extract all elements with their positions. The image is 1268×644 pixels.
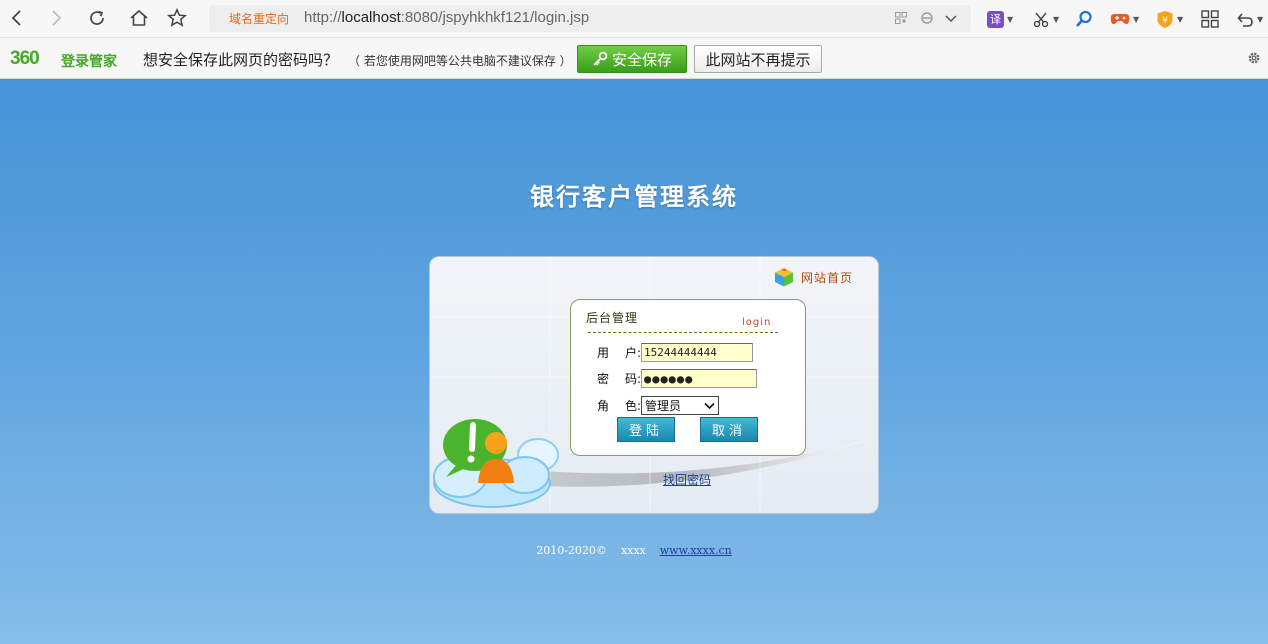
- never-remind-button[interactable]: 此网站不再提示: [694, 45, 822, 73]
- save-password-note: （ 若您使用网吧等公共电脑不建议保存 ）: [348, 54, 572, 68]
- username-label: 用户:: [597, 344, 641, 361]
- user-mascot-icon: [433, 419, 559, 508]
- caret-icon: ▼: [1177, 14, 1184, 24]
- caret-icon: ▼: [1053, 14, 1060, 24]
- chevron-down-icon[interactable]: [943, 10, 959, 26]
- url-text[interactable]: http://localhost:8080/jspyhkhkf121/login…: [304, 9, 589, 26]
- role-row: 角色: 管理员: [597, 396, 719, 415]
- redirect-tag[interactable]: 域名重定向: [229, 10, 289, 27]
- brand-logo: 360: [10, 48, 40, 69]
- footer-copyright: 2010-2020©: [536, 544, 607, 557]
- password-save-bar: 360 登录管家 想安全保存此网页的密码吗？ （ 若您使用网吧等公共电脑不建议保…: [0, 38, 1268, 79]
- key-icon: [593, 51, 608, 66]
- caret-icon: ▼: [1133, 14, 1140, 24]
- box-title: 后台管理: [586, 311, 639, 325]
- svg-text:¥: ¥: [1162, 16, 1168, 26]
- password-input[interactable]: ●●●●●●: [641, 369, 757, 388]
- url-path: :8080/jspyhkhkf121/login.jsp: [400, 9, 590, 26]
- home-button[interactable]: [127, 6, 151, 30]
- save-password-question: 想安全保存此网页的密码吗？: [143, 51, 339, 69]
- page-title: 银行客户管理系统: [530, 182, 738, 211]
- username-input[interactable]: 15244444444: [641, 343, 753, 362]
- password-label-char: 密: [597, 372, 610, 386]
- star-icon: [167, 8, 187, 27]
- password-label: 密码:: [597, 370, 641, 387]
- login-page: 银行客户管理系统 网站首页 后台管理 login 用 户: 1524444444…: [0, 79, 1268, 644]
- apps-grid-icon: [1201, 10, 1219, 28]
- role-select[interactable]: 管理员: [641, 396, 719, 415]
- password-row: 密码: ●●●●●●: [597, 369, 757, 388]
- reload-icon: [90, 10, 104, 25]
- caret-icon: ▼: [1257, 14, 1264, 24]
- role-label-char: 角: [597, 399, 610, 413]
- login-panel: 网站首页 后台管理 login 用户: 15244444444 密码: ●●●●…: [429, 256, 879, 514]
- apps-button[interactable]: [1201, 8, 1219, 30]
- login-form-box: 后台管理 login 用户: 15244444444 密码: ●●●●●● 角色…: [570, 299, 806, 456]
- site-home-label: 网站首页: [801, 270, 854, 285]
- recover-password-link[interactable]: 找回密码: [663, 471, 711, 488]
- forward-button[interactable]: [44, 6, 68, 30]
- cube-icon: [775, 268, 793, 287]
- never-remind-label: 此网站不再提示: [705, 50, 811, 69]
- gear-icon[interactable]: [1246, 50, 1262, 66]
- wallet-icon: ¥: [1157, 10, 1173, 28]
- reload-button[interactable]: [85, 6, 109, 30]
- login-button-label: 登陆: [628, 424, 663, 439]
- home-icon: [130, 9, 148, 26]
- brand-name: 登录管家: [61, 54, 117, 70]
- undo-button[interactable]: ▼: [1236, 8, 1263, 30]
- translate-icon: 译: [987, 10, 1004, 28]
- search-icon: [1076, 10, 1092, 27]
- chevron-down-icon: [704, 402, 715, 409]
- bookmark-button[interactable]: [165, 6, 189, 30]
- game-button[interactable]: ▼: [1110, 8, 1139, 30]
- back-arrow-icon: [11, 10, 21, 26]
- username-label-char: 用: [597, 346, 610, 360]
- translate-button[interactable]: 译 ▼: [987, 8, 1013, 30]
- search-tool-button[interactable]: [1075, 8, 1093, 30]
- browser-toolbar: 域名重定向 http://localhost:8080/jspyhkhkf121…: [0, 0, 1268, 38]
- back-button[interactable]: [5, 6, 29, 30]
- cancel-button-label: 取消: [711, 424, 746, 439]
- caret-icon: ▼: [1007, 14, 1014, 24]
- ie-mode-icon[interactable]: [919, 10, 935, 26]
- login-button[interactable]: 登陆: [617, 417, 675, 442]
- url-prefix: http://: [304, 9, 342, 26]
- scissors-icon: [1033, 12, 1049, 27]
- game-icon: [1110, 14, 1130, 25]
- forward-arrow-icon: [52, 10, 62, 26]
- role-selected-value: 管理员: [645, 399, 682, 413]
- wallet-button[interactable]: ¥ ▼: [1156, 8, 1183, 30]
- safe-save-button[interactable]: 安全保存: [577, 45, 687, 73]
- cancel-button[interactable]: 取消: [700, 417, 758, 442]
- address-bar[interactable]: 域名重定向 http://localhost:8080/jspyhkhkf121…: [209, 5, 971, 32]
- password-label-char: 码:: [624, 372, 641, 386]
- safe-save-label: 安全保存: [611, 50, 672, 69]
- footer-owner: xxxx: [620, 544, 646, 557]
- undo-icon: [1237, 12, 1253, 27]
- role-label-char: 色:: [624, 399, 641, 413]
- role-label: 角色:: [597, 397, 641, 414]
- footer-website-link[interactable]: www.xxxx.cn: [660, 544, 732, 557]
- screenshot-button[interactable]: ▼: [1033, 8, 1059, 30]
- username-row: 用户: 15244444444: [597, 343, 753, 362]
- qrcode-icon[interactable]: [893, 10, 909, 26]
- site-home-link[interactable]: 网站首页: [773, 266, 853, 288]
- page-footer: 2010-2020© xxxx www.xxxx.cn: [0, 544, 1268, 557]
- box-login-caption: login: [742, 317, 772, 328]
- url-host: localhost: [341, 9, 401, 26]
- divider: [588, 332, 778, 333]
- username-label-char: 户:: [624, 346, 641, 360]
